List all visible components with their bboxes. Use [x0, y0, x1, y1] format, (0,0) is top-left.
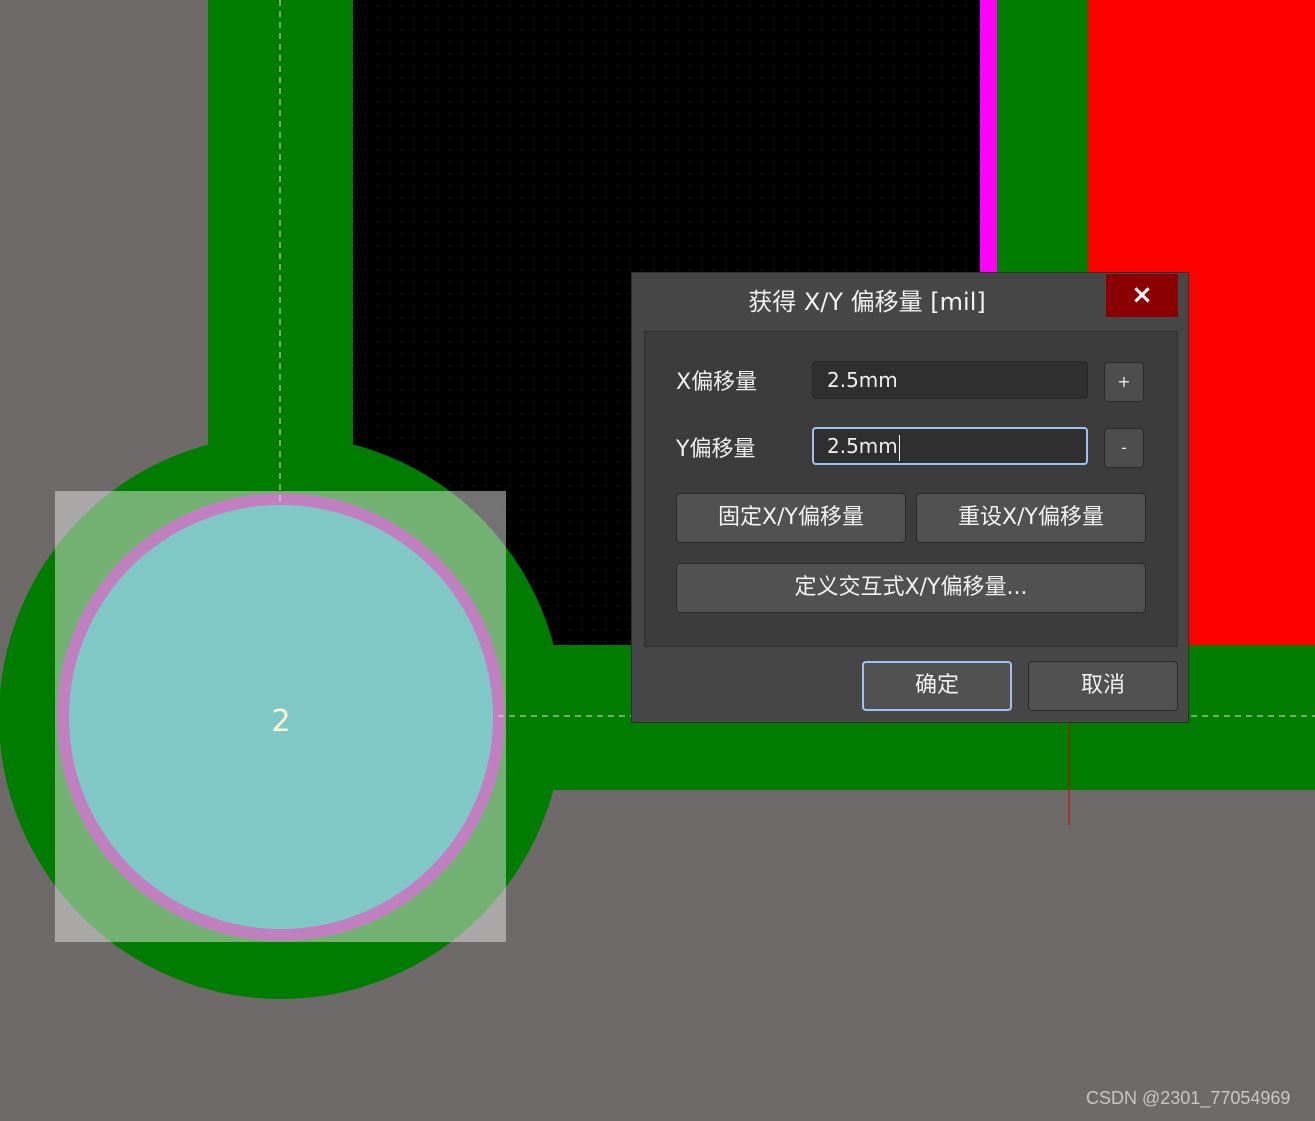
offset-panel: X偏移量 2.5mm + Y偏移量 2.5mm - 固定X/Y偏移量 重设X/Y…	[644, 331, 1178, 647]
x-offset-value: 2.5mm	[827, 368, 898, 392]
y-offset-label: Y偏移量	[676, 437, 756, 462]
close-icon: ×	[1131, 280, 1153, 310]
x-offset-input[interactable]: 2.5mm	[812, 361, 1088, 399]
text-caret	[898, 434, 900, 461]
pad-number: 2	[271, 704, 290, 739]
dialog-title: 获得 X/Y 偏移量 [mil]	[748, 288, 986, 316]
cancel-button[interactable]: 取消	[1028, 661, 1178, 711]
ok-button[interactable]: 确定	[862, 661, 1012, 711]
x-offset-label: X偏移量	[676, 370, 758, 395]
close-button[interactable]: ×	[1106, 274, 1178, 317]
y-offset-minus-button[interactable]: -	[1104, 428, 1144, 468]
watermark: CSDN @2301_77054969	[1086, 1088, 1291, 1108]
offset-dialog: 获得 X/Y 偏移量 [mil] × X偏移量 2.5mm + Y偏移量 2.5…	[631, 272, 1189, 723]
define-interactive-offset-button[interactable]: 定义交互式X/Y偏移量...	[676, 563, 1146, 613]
y-offset-input[interactable]: 2.5mm	[812, 427, 1088, 465]
reset-offset-button[interactable]: 重设X/Y偏移量	[916, 493, 1146, 543]
fix-offset-button[interactable]: 固定X/Y偏移量	[676, 493, 906, 543]
y-offset-value: 2.5mm	[827, 434, 898, 458]
magenta-track	[980, 0, 997, 280]
x-offset-plus-button[interactable]: +	[1104, 362, 1144, 402]
